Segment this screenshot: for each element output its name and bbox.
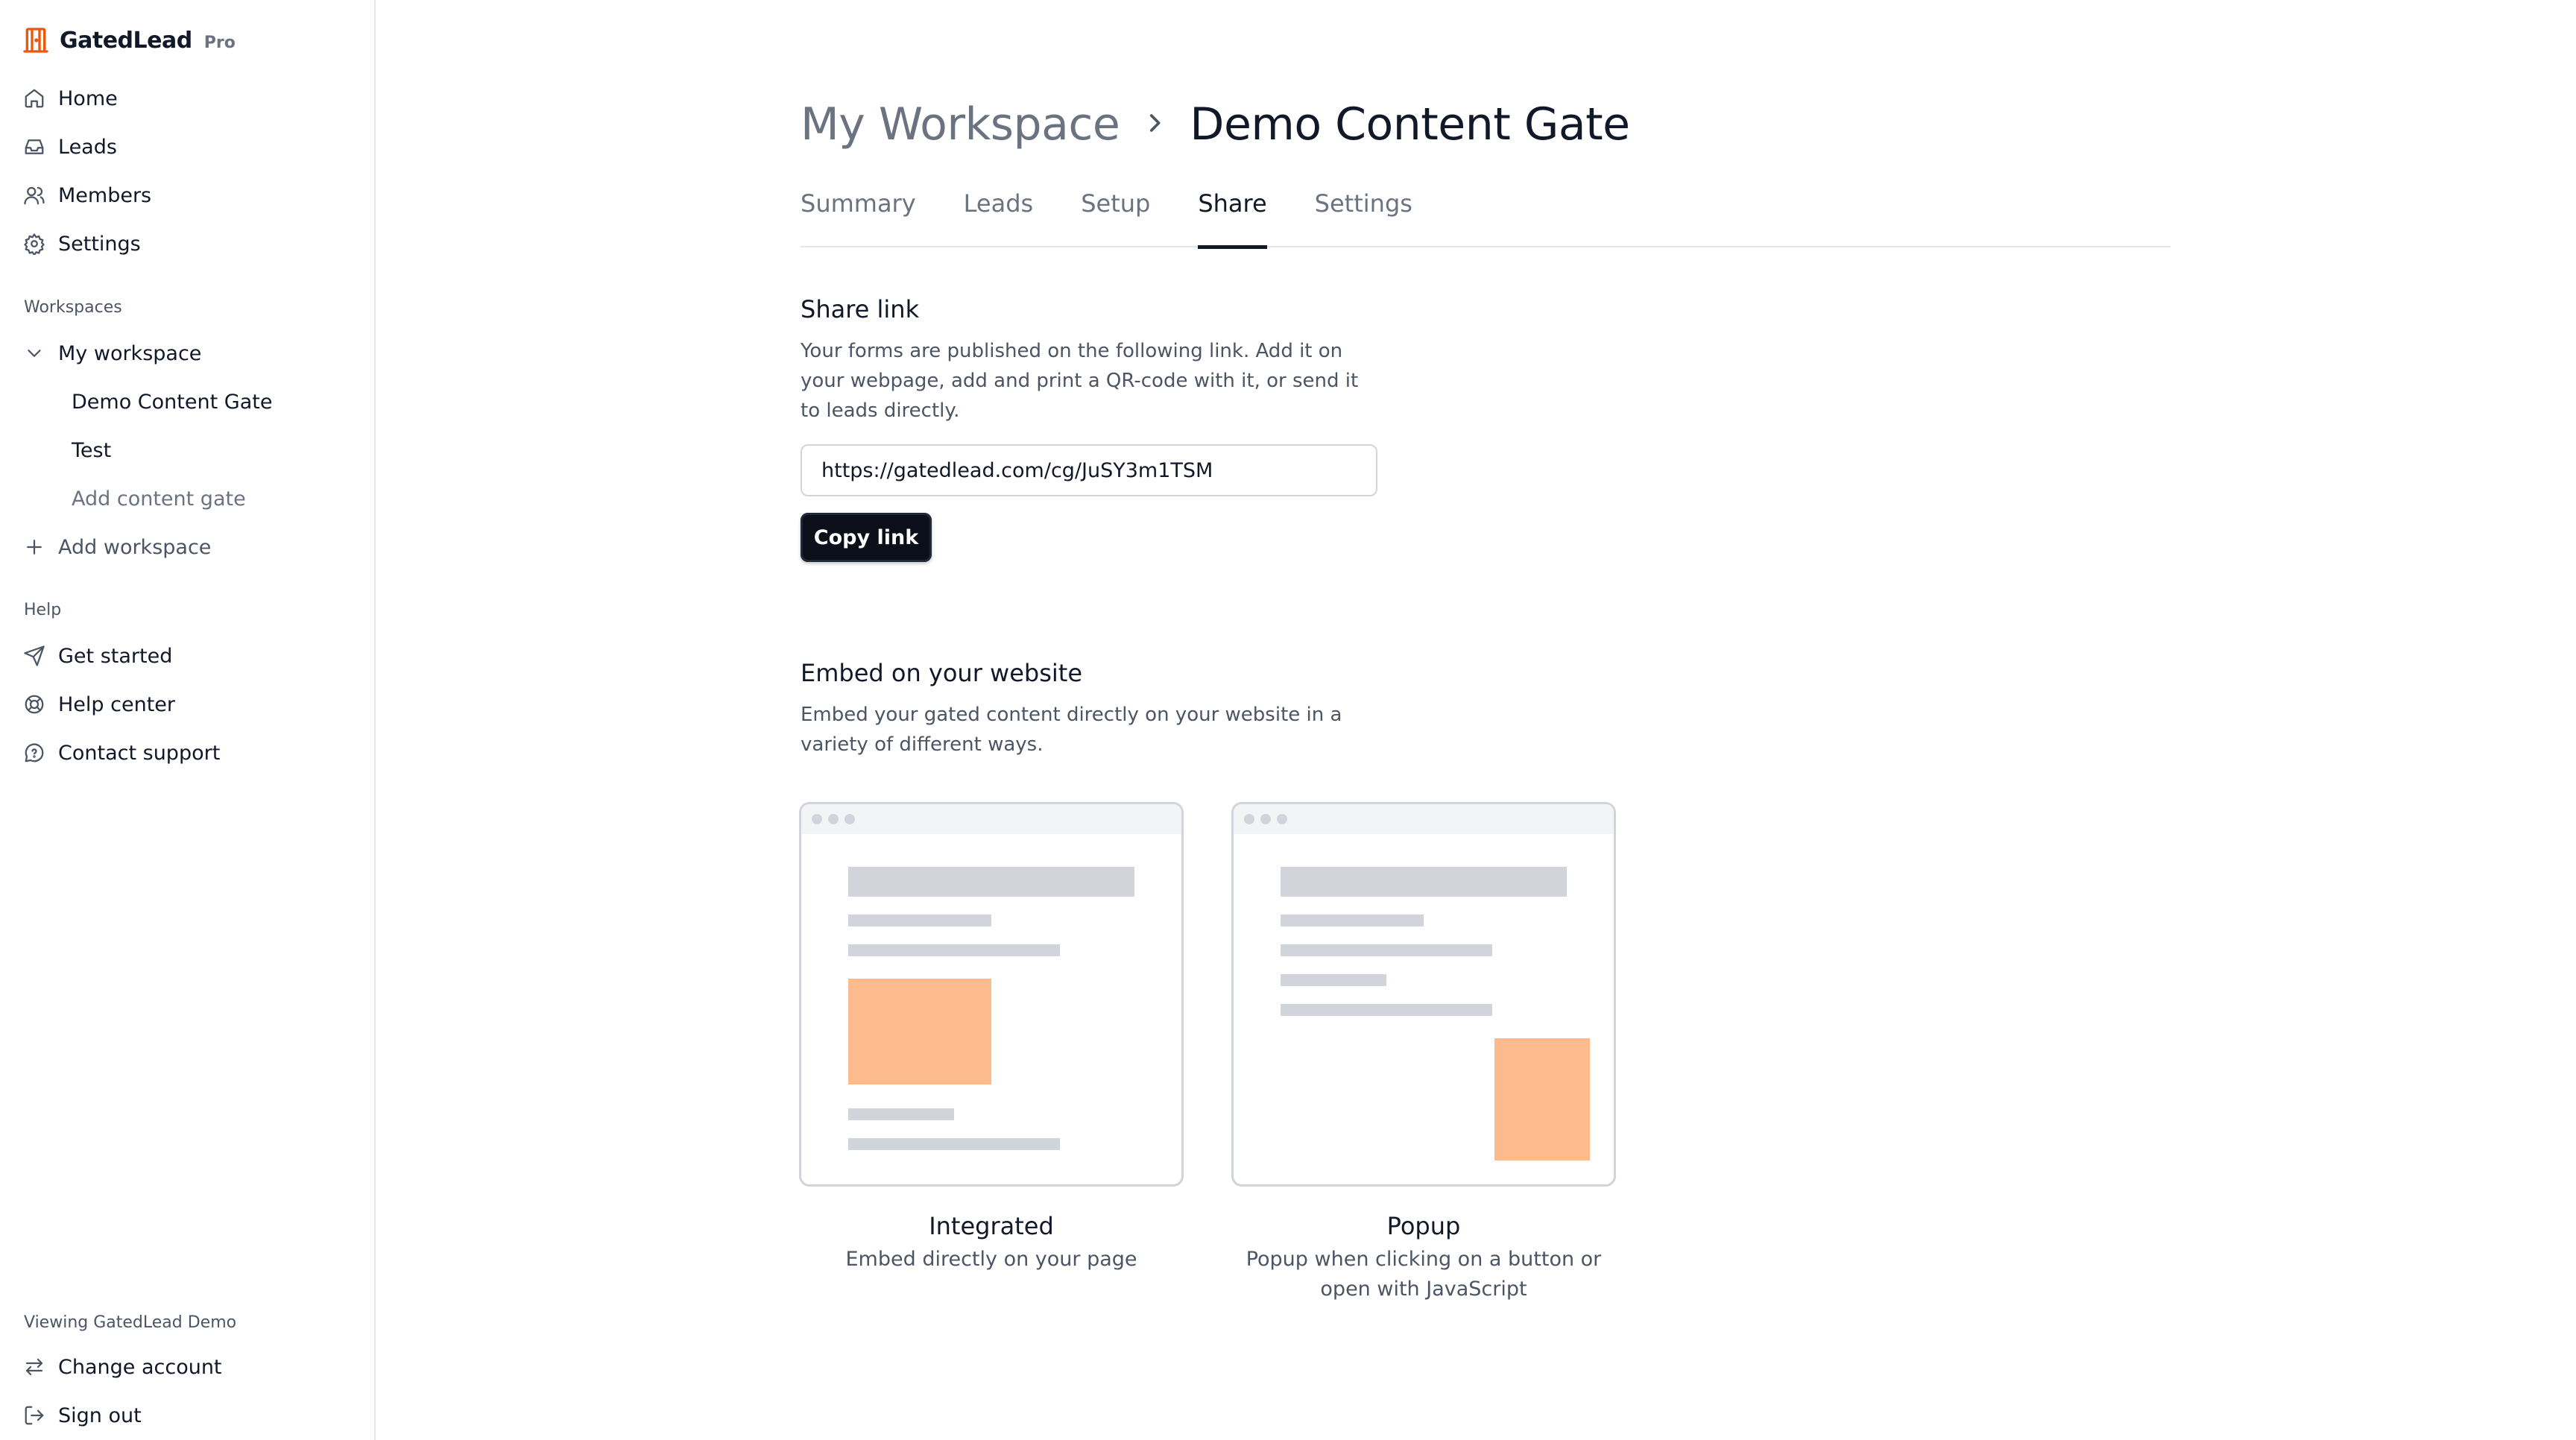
sidebar-item-help-center[interactable]: Help center — [22, 686, 175, 722]
sidebar-item-home[interactable]: Home — [22, 80, 118, 116]
sidebar-item-settings[interactable]: Settings — [22, 226, 141, 262]
app-root: GatedLead Pro Home Leads Members Setting… — [0, 0, 2576, 1440]
lifebuoy-icon — [22, 692, 46, 716]
chevron-right-icon — [1142, 110, 1167, 139]
users-icon — [22, 183, 46, 207]
window-dot — [812, 814, 822, 824]
browser-chrome — [801, 804, 1181, 834]
sidebar-item-contact-support[interactable]: Contact support — [22, 735, 220, 771]
tab-share[interactable]: Share — [1198, 182, 1268, 249]
brand[interactable]: GatedLead Pro — [21, 22, 236, 58]
swap-arrows-icon — [22, 1355, 46, 1379]
window-dot — [828, 814, 839, 824]
share-link-heading: Share link — [801, 295, 920, 323]
plus-icon — [22, 535, 46, 559]
tab-setup[interactable]: Setup — [1081, 182, 1150, 247]
window-dot — [1277, 814, 1287, 824]
sidebar-item-label: Members — [58, 183, 152, 207]
gear-icon — [22, 232, 46, 256]
home-icon — [22, 86, 46, 110]
sidebar-item-demo-content-gate[interactable]: Demo Content Gate — [72, 384, 272, 420]
help-section-label: Help — [24, 601, 62, 619]
brand-name: GatedLead — [60, 27, 192, 54]
embed-heading: Embed on your website — [801, 659, 1082, 687]
sign-out-button[interactable]: Sign out — [22, 1398, 142, 1433]
placeholder-line — [1281, 1004, 1492, 1016]
integrated-description: Embed directly on your page — [845, 1248, 1137, 1271]
placeholder-heading — [1281, 867, 1567, 897]
sidebar-item-test[interactable]: Test — [72, 432, 111, 468]
workspaces-section-label: Workspaces — [24, 298, 122, 317]
sidebar-item-label: Home — [58, 86, 118, 110]
breadcrumb-parent-link[interactable]: My Workspace — [801, 98, 1120, 151]
add-content-gate-link[interactable]: Add content gate — [72, 481, 246, 517]
window-dot — [845, 814, 855, 824]
window-dot — [1244, 814, 1254, 824]
tab-settings[interactable]: Settings — [1315, 182, 1412, 247]
integrated-embed-block — [848, 979, 991, 1084]
browser-chrome — [1234, 804, 1614, 834]
tab-bar: Summary Leads Setup Share Settings — [801, 182, 2171, 249]
page-title: Demo Content Gate — [1190, 98, 1630, 151]
sign-out-icon — [22, 1403, 46, 1427]
placeholder-heading — [848, 867, 1134, 897]
popup-title: Popup — [1386, 1212, 1461, 1240]
sidebar-item-get-started[interactable]: Get started — [22, 638, 172, 674]
sidebar: GatedLead Pro Home Leads Members Setting… — [0, 0, 376, 1440]
sidebar-item-leads[interactable]: Leads — [22, 129, 117, 165]
window-dot — [1260, 814, 1271, 824]
workspace-toggle[interactable]: My workspace — [22, 335, 201, 371]
inbox-icon — [22, 135, 46, 159]
workspace-label: My workspace — [58, 341, 202, 365]
embed-option-integrated[interactable] — [799, 802, 1184, 1187]
placeholder-line — [848, 944, 1060, 956]
sign-out-label: Sign out — [58, 1403, 142, 1427]
sidebar-item-label: Get started — [58, 644, 173, 668]
tab-leads[interactable]: Leads — [964, 182, 1034, 247]
add-workspace-button[interactable]: Add workspace — [22, 529, 211, 565]
embed-option-popup[interactable] — [1231, 802, 1616, 1187]
popup-description: Popup when clicking on a button or open … — [1246, 1248, 1602, 1301]
sidebar-item-label: Leads — [58, 135, 117, 159]
tab-summary[interactable]: Summary — [801, 182, 916, 247]
placeholder-line — [1281, 915, 1424, 926]
share-url-field[interactable]: https://gatedlead.com/cg/JuSY3m1TSM — [801, 444, 1377, 496]
embed-description: Embed your gated content directly on you… — [801, 704, 1342, 756]
breadcrumb: My Workspace Demo Content Gate — [801, 91, 1630, 158]
share-link-description: Your forms are published on the followin… — [801, 340, 1359, 422]
placeholder-line — [1281, 974, 1386, 986]
integrated-title: Integrated — [929, 1212, 1054, 1240]
sidebar-item-label: Help center — [58, 692, 176, 716]
placeholder-line — [1281, 944, 1492, 956]
sidebar-item-members[interactable]: Members — [22, 177, 151, 213]
placeholder-line — [848, 1108, 954, 1120]
send-icon — [22, 644, 46, 668]
change-account-button[interactable]: Change account — [22, 1349, 222, 1385]
placeholder-line — [848, 1138, 1060, 1150]
chevron-down-icon — [22, 341, 46, 365]
placeholder-line — [848, 915, 991, 926]
add-workspace-label: Add workspace — [58, 535, 212, 559]
sidebar-item-label: Settings — [58, 232, 141, 256]
brand-tier-badge: Pro — [203, 33, 236, 52]
sidebar-item-label: Contact support — [58, 741, 221, 765]
copy-link-button[interactable]: Copy link — [801, 513, 932, 562]
door-logo-icon — [21, 25, 51, 55]
popup-embed-block — [1494, 1038, 1590, 1160]
change-account-label: Change account — [58, 1355, 222, 1379]
chat-icon — [22, 741, 46, 765]
viewing-account-label: Viewing GatedLead Demo — [24, 1313, 237, 1332]
